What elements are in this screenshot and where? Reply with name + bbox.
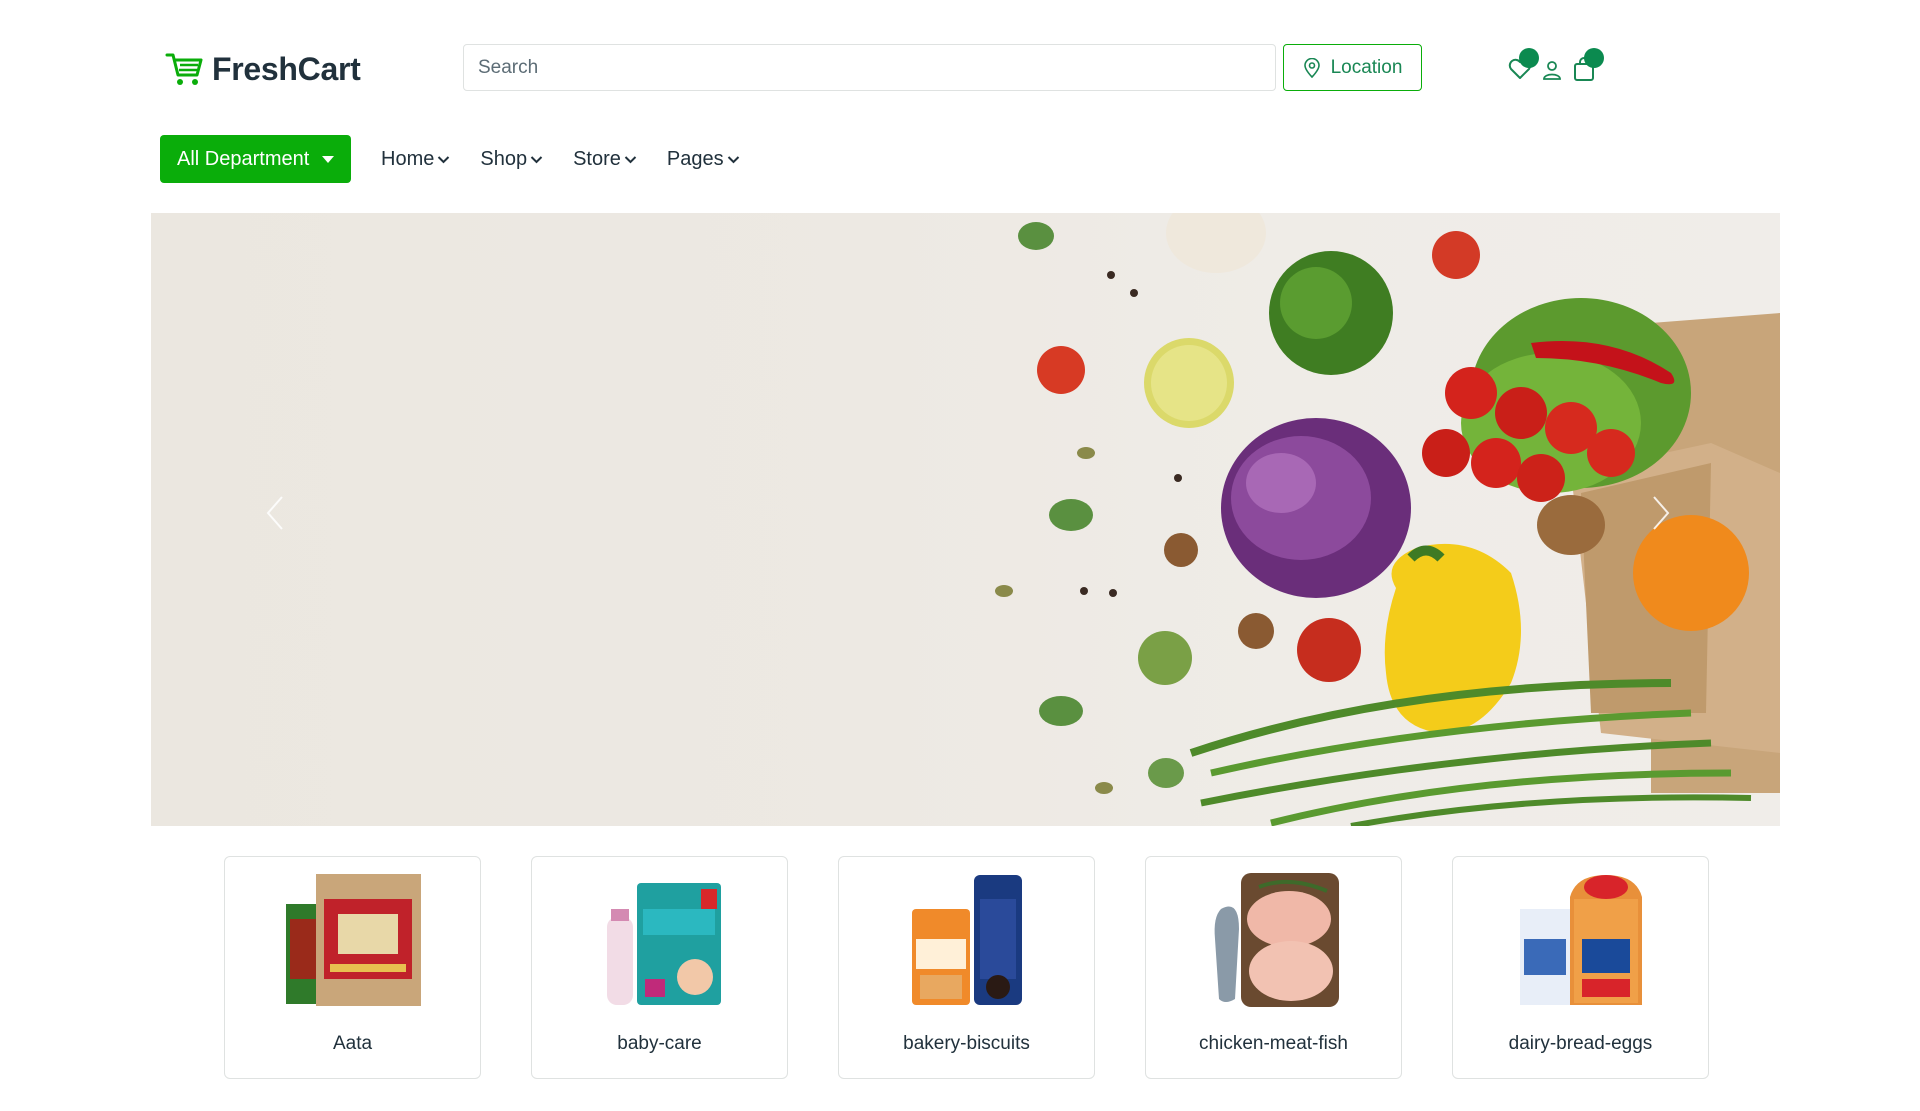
category-label: baby-care <box>617 1033 702 1054</box>
category-label: chicken-meat-fish <box>1199 1033 1348 1054</box>
nav-item-label: Store <box>573 147 621 170</box>
cart-badge <box>1584 48 1604 68</box>
brand-name: FreshCart <box>212 50 361 87</box>
chevron-right-icon <box>1653 496 1670 530</box>
caret-down-icon <box>322 156 335 163</box>
category-card-chicken-meat-fish[interactable]: chicken-meat-fish <box>1145 856 1402 1079</box>
location-label: Location <box>1330 56 1403 78</box>
nav-item-home[interactable]: Home <box>381 148 450 171</box>
dairy-bread-eggs-product-image <box>1519 875 1642 1005</box>
cart-logo-icon <box>165 53 203 85</box>
location-button[interactable]: Location <box>1283 44 1422 91</box>
nav-item-label: Shop <box>480 147 528 170</box>
chevron-down-icon <box>438 155 450 163</box>
category-card-dairy-bread-eggs[interactable]: dairy-bread-eggs <box>1452 856 1709 1079</box>
wishlist-button[interactable] <box>1508 48 1539 80</box>
header-icons <box>1490 48 1604 88</box>
vegetables-image <box>995 213 1780 826</box>
category-list: Aata baby-care bakery-biscuits chicken-m… <box>224 856 1709 1079</box>
wishlist-badge <box>1519 48 1539 68</box>
all-department-button[interactable]: All Department <box>160 135 351 183</box>
logo[interactable]: FreshCart <box>165 48 361 90</box>
chevron-down-icon <box>624 155 637 163</box>
map-pin-icon <box>1303 57 1320 78</box>
carousel-prev-button[interactable] <box>245 483 305 543</box>
site-header: FreshCart Location <box>0 0 1920 140</box>
nav-item-store[interactable]: Store <box>573 148 637 171</box>
all-department-label: All Department <box>177 147 310 170</box>
nav-item-shop[interactable]: Shop <box>480 148 543 171</box>
baby-care-product-image <box>606 883 721 1005</box>
chicken-meat-fish-product-image <box>1214 873 1339 1007</box>
cart-button[interactable] <box>1572 48 1604 82</box>
chevron-left-icon <box>266 496 283 530</box>
category-label: dairy-bread-eggs <box>1508 1033 1653 1054</box>
chevron-down-icon <box>727 155 739 163</box>
carousel-next-button[interactable] <box>1631 483 1691 543</box>
aata-product-image <box>285 874 421 1006</box>
user-icon <box>1543 61 1561 80</box>
bakery-biscuits-product-image <box>911 875 1022 1005</box>
main-nav: All Department Home Shop Store Pages <box>160 135 740 183</box>
nav-item-pages[interactable]: Pages <box>667 148 740 171</box>
hero-banner <box>151 213 1780 826</box>
category-label: Aata <box>332 1033 373 1054</box>
category-card-bakery-biscuits[interactable]: bakery-biscuits <box>838 856 1095 1079</box>
search-input[interactable] <box>463 44 1276 91</box>
category-card-baby-care[interactable]: baby-care <box>531 856 788 1079</box>
category-card-aata[interactable]: Aata <box>224 856 481 1079</box>
chevron-down-icon <box>530 155 543 163</box>
category-label: bakery-biscuits <box>903 1033 1030 1054</box>
nav-item-label: Home <box>381 147 435 170</box>
nav-item-label: Pages <box>666 147 724 170</box>
account-button[interactable] <box>1542 60 1562 80</box>
